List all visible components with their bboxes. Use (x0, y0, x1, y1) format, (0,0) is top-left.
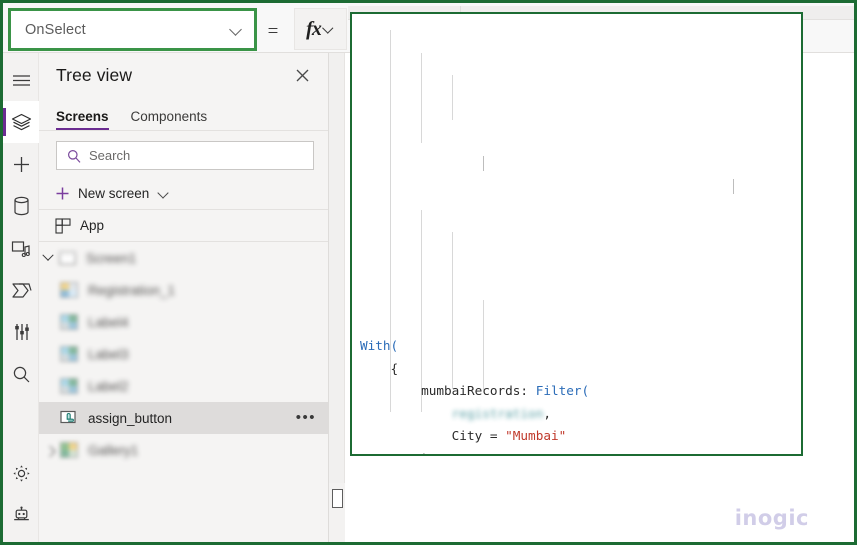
property-dropdown-value: OnSelect (25, 21, 86, 38)
settings-gear-icon (12, 464, 30, 482)
new-screen-label: New screen (78, 186, 150, 201)
panel-splitter (329, 53, 345, 542)
tree-row[interactable]: Gallery1 (39, 434, 328, 466)
tree-item-label: Screen1 (86, 250, 137, 266)
tree-item-label: Registration_1 (88, 282, 176, 298)
code-token: City = (360, 428, 506, 443)
formula-code: With( { mumbaiRecords: Filter( registrat… (352, 14, 801, 455)
close-icon[interactable] (290, 63, 314, 87)
watermark-text: inogic (734, 506, 809, 530)
chevron-down-icon[interactable] (39, 242, 57, 274)
tree-row[interactable]: Label2 (39, 370, 328, 402)
app-label: App (80, 218, 105, 233)
code-token: With( (360, 338, 399, 353)
menu-icon (12, 74, 30, 86)
tab-components[interactable]: Components (131, 109, 208, 130)
sidebar-item-media[interactable] (3, 227, 39, 269)
code-line: mumbaiRecords: Filter( (352, 380, 801, 403)
tree-item-label: Label4 (88, 314, 129, 330)
tree-view-search-wrapper: Search (39, 131, 328, 178)
code-line: ) (352, 448, 801, 455)
form-icon (59, 280, 79, 300)
sidebar-item-insert[interactable] (3, 143, 39, 185)
label-icon (59, 344, 79, 364)
copilot-robot-icon (13, 506, 29, 520)
tree-row[interactable]: Label3 (39, 338, 328, 370)
sidebar-item-menu[interactable] (3, 59, 39, 101)
code-token: mumbaiRecords: (360, 383, 536, 398)
tree-view-panel: Tree view Screens Components Search New … (39, 53, 329, 542)
sidebar-item-variables[interactable] (3, 311, 39, 353)
screen-tree-list: Screen1 Registration_1 Label4 Label3 Lab… (39, 242, 328, 466)
chevron-right-icon[interactable] (41, 434, 59, 466)
code-token: { (360, 360, 399, 376)
code-line: { (352, 358, 801, 381)
search-input[interactable]: Search (56, 141, 314, 170)
tree-view-header: Tree view (39, 53, 328, 97)
insert-icon (13, 156, 29, 172)
screen-icon (57, 248, 77, 268)
formula-editor[interactable]: With( { mumbaiRecords: Filter( registrat… (350, 12, 803, 456)
media-icon (11, 240, 30, 257)
left-icon-rail (3, 53, 39, 542)
power-automate-icon (11, 282, 32, 298)
panel-collapse-handle[interactable] (332, 489, 343, 508)
tree-view-icon (11, 113, 31, 130)
page-title: Tree view (56, 64, 133, 85)
chevron-down-icon (230, 25, 244, 34)
code-line: City = "Mumbai" (352, 425, 801, 448)
plus-icon (56, 187, 69, 200)
property-dropdown[interactable]: OnSelect (8, 8, 257, 51)
editor-footer-area: inogic (345, 458, 854, 542)
tree-item-label: Gallery1 (88, 442, 139, 458)
code-lines-host: With( { mumbaiRecords: Filter( registrat… (352, 335, 801, 455)
code-line: registration, (352, 403, 801, 426)
tree-view-tabs: Screens Components (39, 97, 328, 131)
left-rail-bottom-group (3, 452, 39, 536)
sidebar-item-tree-view[interactable] (3, 101, 39, 143)
search-icon (13, 366, 29, 382)
code-token: ) (360, 451, 429, 455)
sidebar-item-settings[interactable] (3, 452, 39, 494)
more-options-icon[interactable]: ••• (296, 410, 316, 425)
tree-row[interactable]: Label4 (39, 306, 328, 338)
search-placeholder: Search (89, 148, 131, 163)
fx-label: fx (306, 17, 322, 40)
label-icon (59, 312, 79, 332)
button-icon (59, 408, 79, 428)
label-icon (59, 376, 79, 396)
new-screen-button[interactable]: New screen (39, 178, 328, 210)
sidebar-item-data[interactable] (3, 185, 39, 227)
tree-row[interactable]: Screen1 (39, 242, 328, 274)
chevron-down-icon (324, 25, 335, 33)
code-line: With( (352, 335, 801, 358)
tree-row[interactable]: Registration_1 (39, 274, 328, 306)
sidebar-item-search[interactable] (3, 353, 39, 395)
sidebar-item-copilot[interactable] (3, 494, 39, 536)
tree-row-assign-button[interactable]: assign_button ••• (39, 402, 328, 434)
inogic-watermark: inogic (735, 506, 809, 530)
tab-screens[interactable]: Screens (56, 109, 109, 130)
data-icon (13, 196, 29, 216)
code-token: , (543, 405, 551, 421)
code-token: Filter( (535, 383, 590, 398)
fx-button[interactable]: fx (294, 8, 347, 50)
code-token: "Mumbai" (505, 428, 567, 443)
splitter-rail (329, 53, 345, 483)
variables-icon (14, 324, 29, 340)
search-icon (68, 149, 81, 163)
power-apps-studio-window: OnSelect = fx Tree view Screens Componen… (0, 0, 857, 545)
chevron-down-icon (159, 190, 171, 198)
gallery-icon (59, 440, 79, 460)
tree-item-app[interactable]: App (39, 210, 328, 242)
equals-sign: = (267, 21, 279, 42)
tree-item-label: Label3 (88, 346, 129, 362)
tree-item-label: Label2 (88, 378, 129, 394)
code-token: registration (451, 405, 544, 421)
tree-item-label: assign_button (88, 410, 173, 426)
sidebar-item-power-automate[interactable] (3, 269, 39, 311)
app-grid-icon (55, 217, 71, 234)
